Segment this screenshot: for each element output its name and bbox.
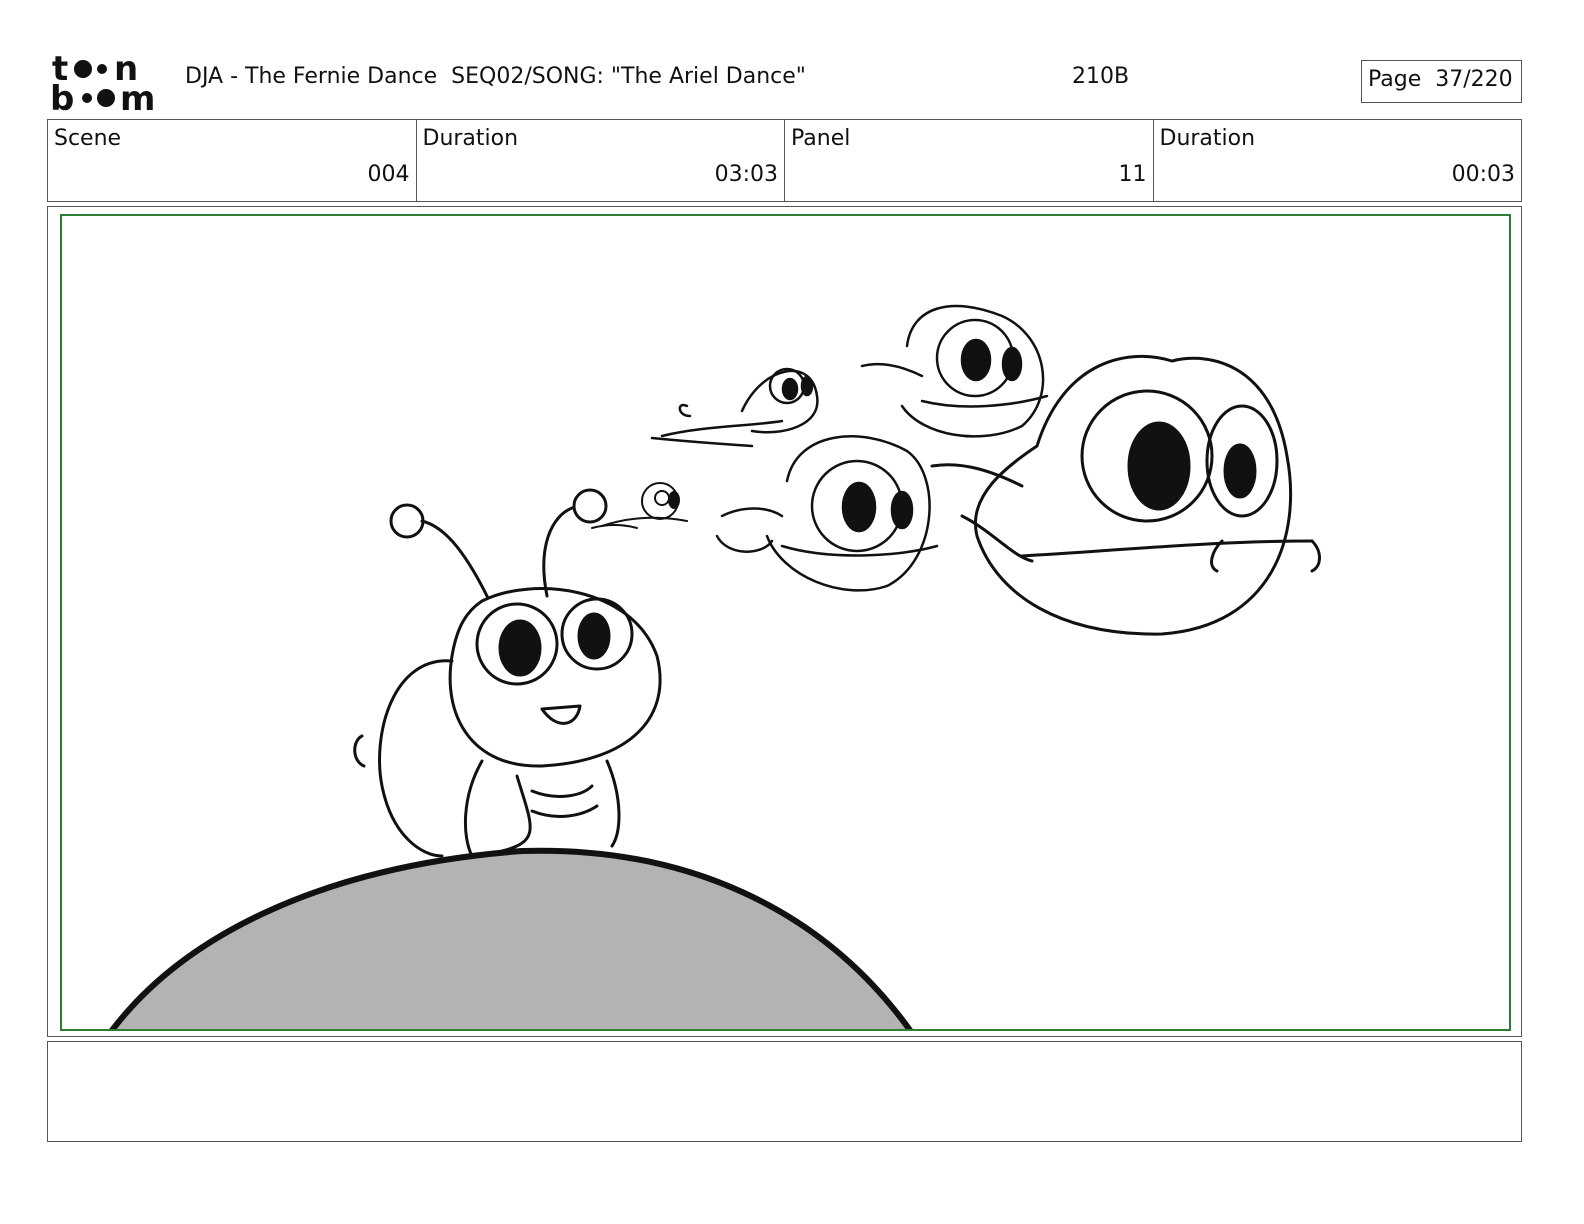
sequence-code: 210B	[1072, 64, 1130, 89]
flying-bug-large	[930, 354, 1321, 636]
scene-label: Scene	[54, 126, 122, 151]
scene-duration-label: Duration	[422, 126, 519, 151]
panel-camera-frame	[60, 214, 1511, 1031]
scene-duration-cell: Duration 03:03	[417, 120, 785, 201]
page-indicator: Page 37/220	[1361, 60, 1522, 103]
bug-character	[353, 488, 662, 858]
panel-duration-cell: Duration 00:03	[1154, 120, 1522, 201]
scene-info-table: Scene 004 Duration 03:03 Panel 11 Durati…	[47, 119, 1522, 202]
flying-bug-middle	[715, 435, 939, 592]
scene-cell: Scene 004	[48, 120, 417, 201]
document-title: DJA - The Fernie Dance SEQ02/SONG: "The …	[185, 64, 806, 89]
flying-bug-small	[650, 367, 819, 448]
panel-cell: Panel 11	[785, 120, 1154, 201]
flying-bug-top	[860, 304, 1049, 438]
svg-text:b: b	[50, 79, 74, 114]
panel-label: Panel	[791, 126, 851, 151]
toon-boom-logo-icon: t n b m	[50, 49, 166, 119]
svg-text:m: m	[120, 79, 155, 114]
panel-value: 11	[1118, 162, 1147, 187]
panel-duration-value: 00:03	[1451, 162, 1515, 187]
panel-notes-box	[47, 1041, 1522, 1142]
storyboard-panel	[47, 206, 1522, 1037]
hill-shape	[109, 847, 913, 1029]
panel-drawing	[109, 304, 1321, 1029]
scene-value: 004	[367, 162, 410, 187]
scene-duration-value: 03:03	[714, 162, 778, 187]
panel-duration-label: Duration	[1159, 126, 1256, 151]
